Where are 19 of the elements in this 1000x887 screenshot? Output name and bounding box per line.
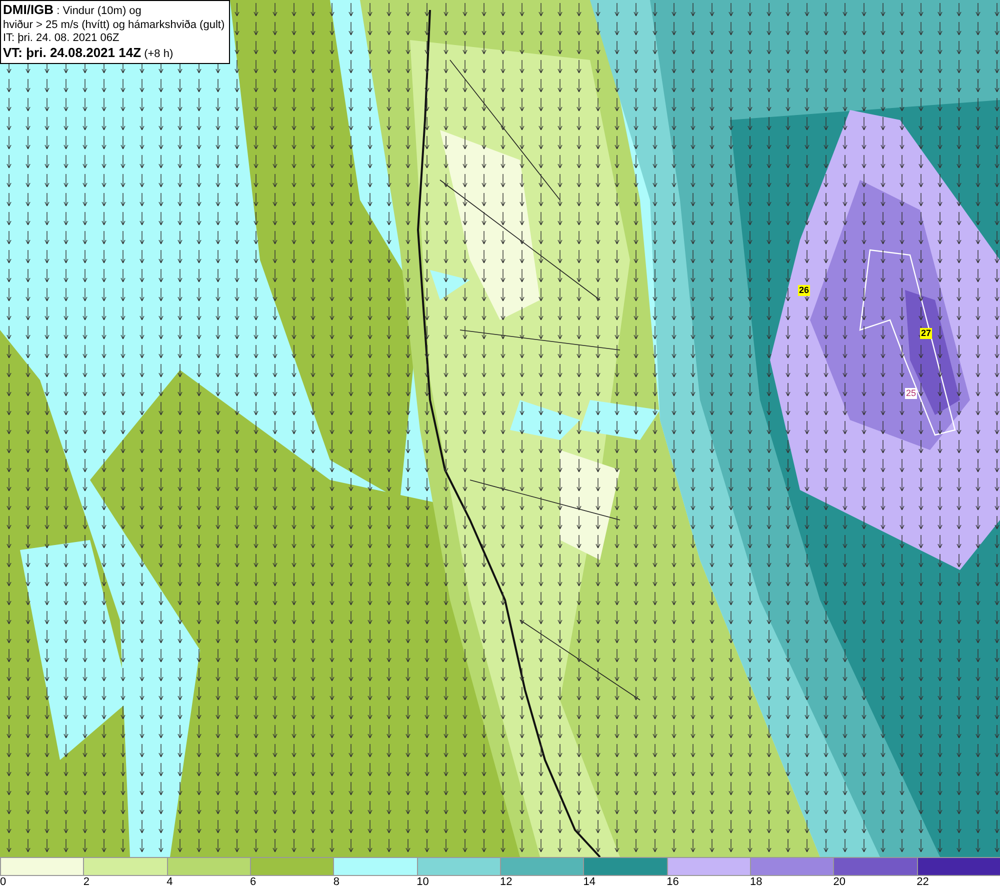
gust-contour-label: 25 [905,388,918,399]
legend-tick-label: 6 [250,876,256,887]
max-gust-label: 26 [798,285,810,296]
legend-tick-label: 20 [833,876,846,887]
legend-tick-label: 0 [0,876,6,887]
valid-time: VT: þri. 24.08.2021 14Z (+8 h) [3,46,174,61]
issue-time: IT: þri. 24. 08. 2021 06Z [3,32,120,46]
max-gust-label: 27 [920,328,932,339]
legend-tick-label: 4 [166,876,173,887]
map-subtitle: hviður > 25 m/s (hvítt) og hámarkshviða (gult) [3,18,225,32]
map-title: DMI/IGB : Vindur (10m) og [3,3,142,18]
legend-tick-label: 2 [83,876,90,887]
legend-tick-label: 22 [916,876,929,887]
legend-tick-label: 8 [333,876,340,887]
legend-tick-label: 16 [666,876,679,887]
legend-tick-label: 10 [416,876,429,887]
legend-tick-label: 14 [583,876,596,887]
legend-tick-label: 12 [500,876,512,887]
legend-tick-label: 18 [750,876,762,887]
